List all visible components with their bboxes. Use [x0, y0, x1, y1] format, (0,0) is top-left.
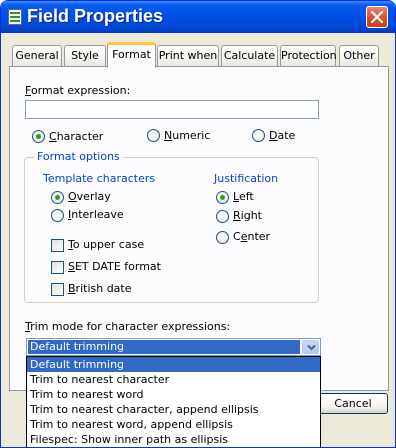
- justify-center-radio[interactable]: [216, 231, 229, 244]
- trim-option-nearest-character[interactable]: Trim to nearest character: [27, 372, 320, 387]
- justify-right-radio[interactable]: [216, 210, 229, 223]
- cancel-button[interactable]: Cancel: [318, 393, 388, 414]
- title-bar[interactable]: Field Properties: [1, 1, 395, 33]
- tab-print-when[interactable]: Print when: [157, 45, 219, 66]
- trim-mode-label: Trim mode for character expressions:: [25, 320, 231, 333]
- window-title: Field Properties: [27, 6, 164, 26]
- set-date-label[interactable]: SET DATE format: [68, 260, 161, 273]
- overlay-radio[interactable]: [51, 191, 64, 204]
- format-expression-label: Format expression:: [25, 84, 131, 97]
- british-date-label[interactable]: British date: [68, 282, 132, 295]
- type-character-radio[interactable]: [32, 130, 45, 143]
- tab-protection[interactable]: Protection: [280, 45, 337, 66]
- trim-mode-select[interactable]: Default trimming: [26, 338, 321, 356]
- trim-mode-options-list: Default trimming Trim to nearest charact…: [26, 356, 321, 447]
- type-numeric-radio[interactable]: [147, 129, 160, 142]
- format-options-caption: Format options: [34, 150, 123, 163]
- tab-calculate[interactable]: Calculate: [221, 45, 278, 66]
- british-date-checkbox[interactable]: [51, 283, 64, 296]
- tab-general[interactable]: General: [12, 45, 62, 66]
- close-icon: [371, 11, 383, 23]
- tab-other[interactable]: Other: [339, 45, 379, 66]
- template-characters-caption: Template characters: [43, 172, 156, 185]
- set-date-checkbox[interactable]: [51, 261, 64, 274]
- justify-center-label[interactable]: Center: [233, 230, 270, 243]
- justify-right-label[interactable]: Right: [233, 209, 262, 222]
- justify-left-radio[interactable]: [216, 191, 229, 204]
- type-date-label[interactable]: Date: [269, 129, 295, 142]
- type-numeric-label[interactable]: Numeric: [164, 129, 210, 142]
- trim-option-nearest-word[interactable]: Trim to nearest word: [27, 387, 320, 402]
- upper-case-label[interactable]: To upper case: [68, 238, 144, 251]
- trim-option-default[interactable]: Default trimming: [27, 357, 320, 372]
- trim-mode-selected-value: Default trimming: [28, 340, 300, 354]
- trim-mode-dropdown-button[interactable]: [302, 340, 319, 354]
- field-properties-dialog: Field Properties General Style Format Pr…: [0, 0, 396, 448]
- type-date-radio[interactable]: [252, 129, 265, 142]
- upper-case-checkbox[interactable]: [51, 239, 64, 252]
- trim-option-word-ellipsis[interactable]: Trim to nearest word, append ellipsis: [27, 417, 320, 432]
- type-character-label[interactable]: Character: [49, 130, 103, 143]
- close-button[interactable]: [366, 6, 388, 28]
- overlay-label[interactable]: Overlay: [68, 190, 111, 203]
- tab-strip: General Style Format Print when Calculat…: [9, 42, 391, 68]
- form-icon: [8, 9, 22, 25]
- justification-caption: Justification: [214, 172, 279, 185]
- trim-option-character-ellipsis[interactable]: Trim to nearest character, append ellips…: [27, 402, 320, 417]
- interleave-label[interactable]: Interleave: [68, 208, 124, 221]
- tab-format[interactable]: Format: [107, 42, 156, 68]
- chevron-down-icon: [307, 344, 316, 351]
- format-expression-input[interactable]: [25, 100, 319, 119]
- justify-left-label[interactable]: Left: [233, 190, 254, 203]
- tab-style[interactable]: Style: [64, 45, 106, 66]
- trim-option-filespec-ellipsis[interactable]: Filespec: Show inner path as ellipsis: [27, 432, 320, 447]
- interleave-radio[interactable]: [51, 209, 64, 222]
